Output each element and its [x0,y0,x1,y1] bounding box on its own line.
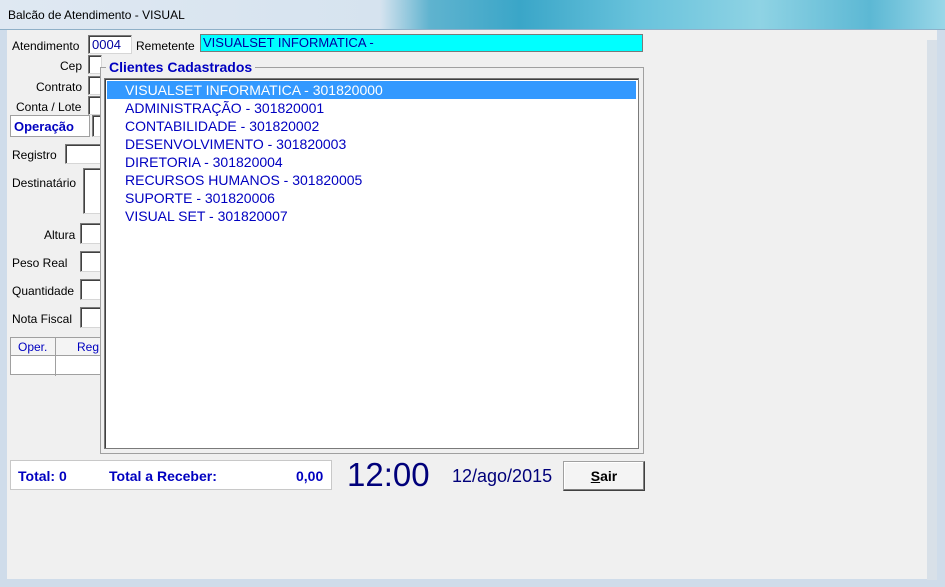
quantidade-field[interactable] [80,279,102,300]
cliente-item[interactable]: VISUAL SET - 301820007 [107,207,636,225]
sair-label: air [600,468,618,484]
nota-fiscal-field[interactable] [80,307,102,328]
side-edge [927,40,937,580]
clientes-title: Clientes Cadastrados [106,59,256,75]
peso-real-field[interactable] [80,251,102,272]
total-receber-label: Total a Receber: [109,468,217,484]
atendimento-label: Atendimento [12,39,80,53]
total-label: Total: 0 [18,468,67,484]
operacao-label: Operação [14,119,74,134]
cliente-item[interactable]: SUPORTE - 301820006 [107,189,636,207]
altura-field[interactable] [80,223,102,244]
remetente-label: Remetente [136,39,195,53]
status-panel: Total: 0 Total a Receber: 0,00 [10,460,332,490]
cliente-item[interactable]: RECURSOS HUMANOS - 301820005 [107,171,636,189]
operacao-header: Operação [10,115,90,137]
window-frame-left [0,30,7,587]
sair-button[interactable]: Sair [563,461,645,491]
altura-label: Altura [44,228,76,242]
cep-label: Cep [60,59,83,73]
clock-time: 12:00 [347,456,430,493]
total-receber-value: 0,00 [296,468,324,484]
cliente-item[interactable]: CONTABILIDADE - 301820002 [107,117,636,135]
sair-accelerator: S [590,468,601,484]
cliente-item[interactable]: VISUALSET INFORMATICA - 301820000 [107,81,636,99]
cliente-item[interactable]: DIRETORIA - 301820004 [107,153,636,171]
title-bar: Balcão de Atendimento - VISUAL [0,0,945,30]
current-date: 12/ago/2015 [452,466,553,486]
registro-label: Registro [12,148,57,162]
clientes-listbox[interactable]: VISUALSET INFORMATICA - 301820000 ADMINI… [104,78,639,449]
grid-col-oper[interactable]: Oper. [18,340,47,354]
grid-header: Oper. Reg [11,338,101,356]
contrato-label: Contrato [36,80,83,94]
window-frame-right [937,30,945,587]
destinatario-label: Destinatário [12,176,77,190]
quantidade-label: Quantidade [12,284,75,298]
registro-field[interactable] [65,144,102,164]
nota-fiscal-label: Nota Fiscal [12,312,73,326]
atendimento-field[interactable]: 0004 [88,35,132,54]
cliente-item[interactable]: DESENVOLVIMENTO - 301820003 [107,135,636,153]
grid-column-divider [55,338,56,376]
remetente-value: VISUALSET INFORMATICA - [203,35,374,50]
remetente-field[interactable]: VISUALSET INFORMATICA - [200,34,643,52]
conta-lote-label: Conta / Lote [16,100,82,114]
peso-real-label: Peso Real [12,256,68,270]
operations-grid[interactable]: Oper. Reg [10,337,102,376]
window-title: Balcão de Atendimento - VISUAL [8,8,185,22]
grid-col-reg[interactable]: Reg [77,340,99,354]
cliente-item[interactable]: ADMINISTRAÇÃO - 301820001 [107,99,636,117]
window-frame-bottom [0,579,945,587]
atendimento-value: 0004 [92,37,121,52]
